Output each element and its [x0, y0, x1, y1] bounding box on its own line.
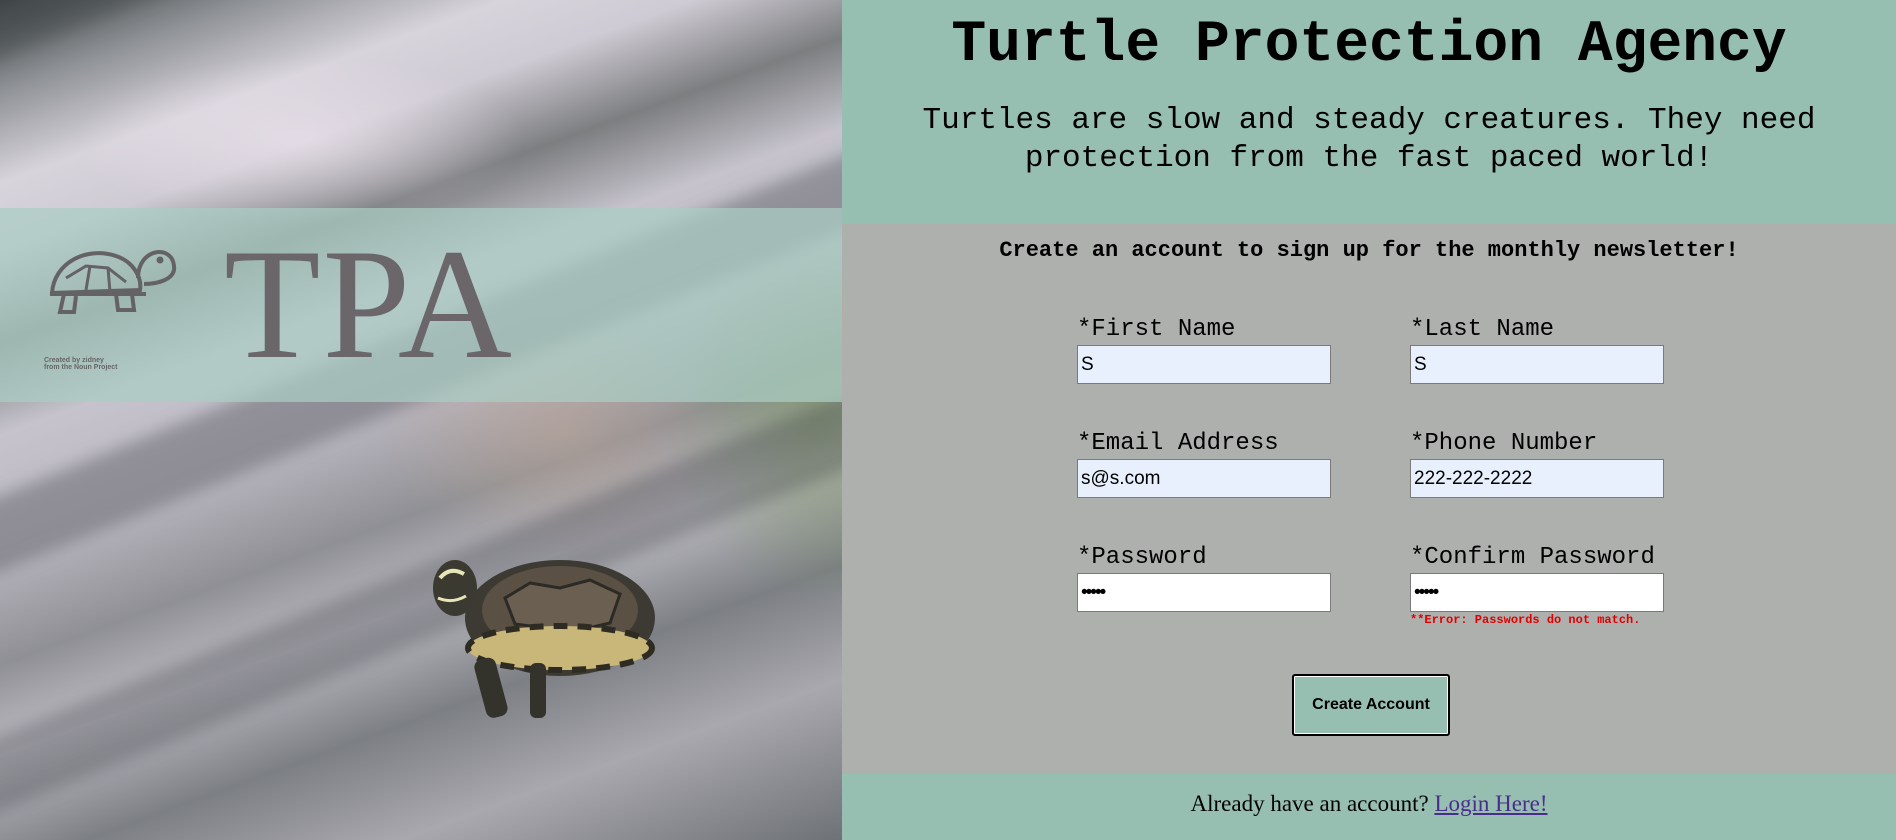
hero-image-panel: Created by zidney from the Noun Project … — [0, 0, 842, 840]
first-name-group: *First Name — [1077, 316, 1331, 384]
page-footer: Already have an account? Login Here! — [842, 774, 1896, 840]
phone-label: *Phone Number — [1410, 430, 1598, 457]
last-name-group: *Last Name — [1410, 316, 1664, 384]
icon-credit: Created by zidney from the Noun Project — [44, 357, 118, 371]
page-title: Turtle Protection Agency — [951, 13, 1787, 78]
email-input[interactable] — [1077, 459, 1331, 498]
password-error-message: **Error: Passwords do not match. — [1410, 613, 1641, 627]
bench-slat — [0, 0, 842, 78]
email-group: *Email Address — [1077, 430, 1331, 498]
first-name-label: *First Name — [1077, 316, 1236, 343]
password-group: *Password — [1077, 544, 1331, 612]
logo-text: TPA — [224, 217, 514, 392]
signup-form: Create an account to sign up for the mon… — [842, 224, 1896, 774]
login-link[interactable]: Login Here! — [1434, 791, 1547, 816]
confirm-password-group: *Confirm Password **Error: Passwords do … — [1410, 544, 1664, 627]
first-name-input[interactable] — [1077, 345, 1331, 384]
page-header: Turtle Protection Agency Turtles are slo… — [842, 0, 1896, 224]
confirm-password-input[interactable] — [1410, 573, 1664, 612]
confirm-password-label: *Confirm Password — [1410, 544, 1655, 571]
phone-input[interactable] — [1410, 459, 1664, 498]
login-prompt: Already have an account? — [1190, 791, 1429, 816]
password-label: *Password — [1077, 544, 1207, 571]
email-label: *Email Address — [1077, 430, 1279, 457]
phone-group: *Phone Number — [1410, 430, 1664, 498]
tagline: Turtles are slow and steady creatures. T… — [922, 103, 1816, 176]
last-name-input[interactable] — [1410, 345, 1664, 384]
credit-line: Created by zidney — [44, 357, 104, 364]
credit-line: from the Noun Project — [44, 364, 118, 371]
last-name-label: *Last Name — [1410, 316, 1555, 343]
form-heading: Create an account to sign up for the mon… — [999, 238, 1739, 263]
create-account-button[interactable]: Create Account — [1292, 674, 1450, 736]
turtle-icon — [49, 250, 177, 314]
turtle-photo — [433, 560, 655, 718]
password-input[interactable] — [1077, 573, 1331, 612]
